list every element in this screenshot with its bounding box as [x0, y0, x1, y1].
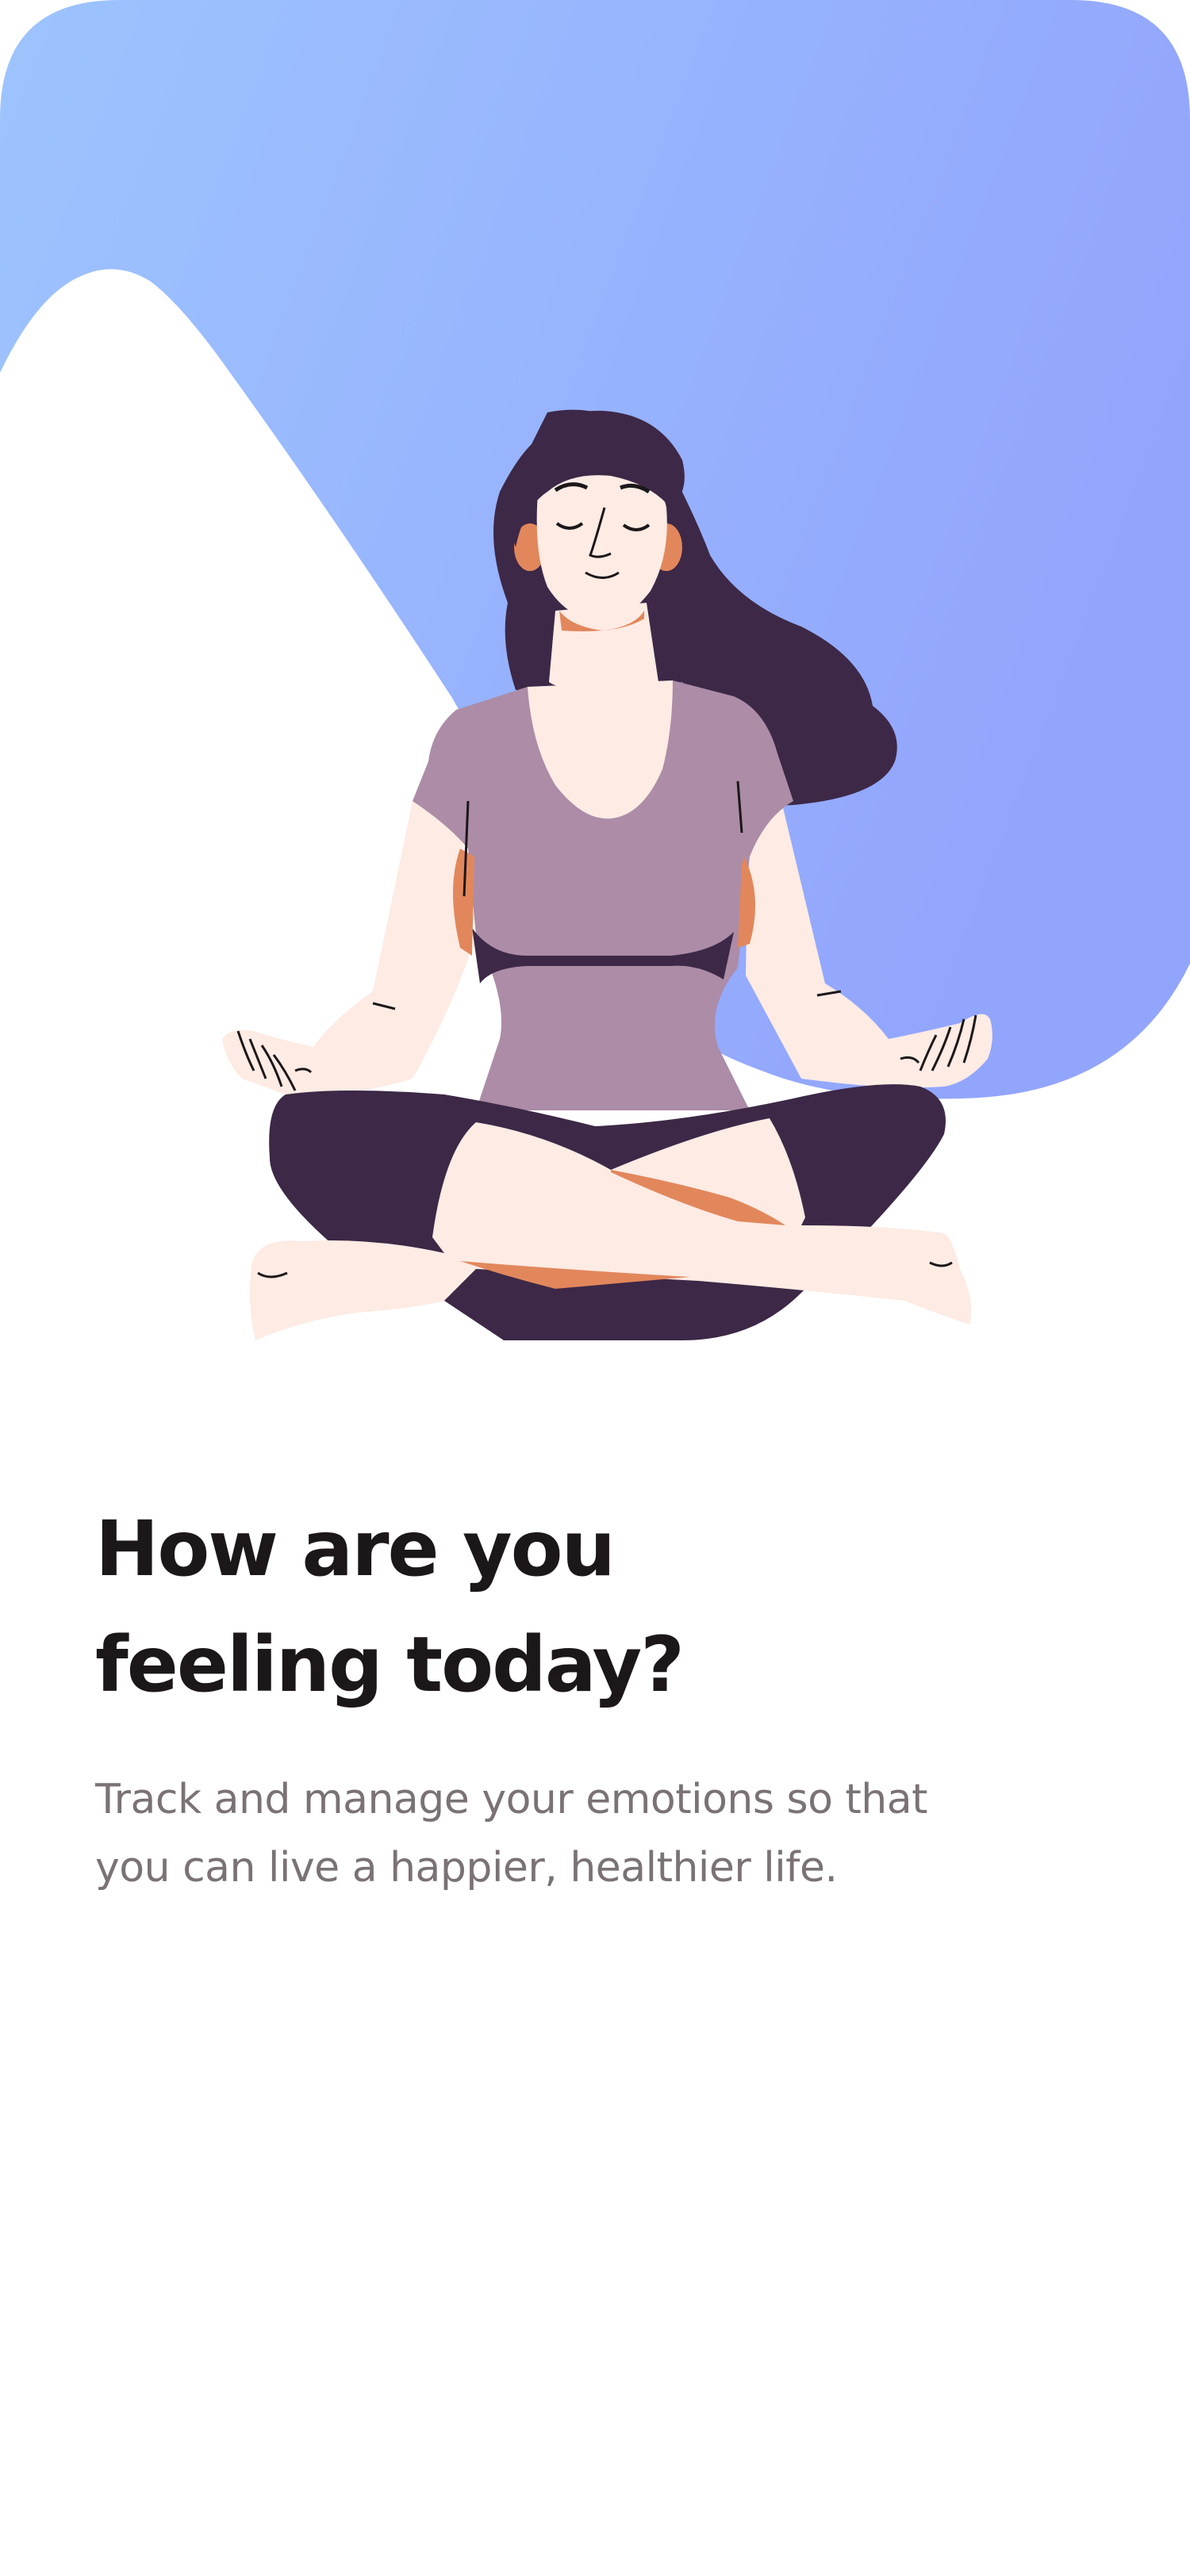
subtitle-line-2: you can live a happier, healthier life.	[95, 1844, 838, 1892]
subtitle: Track and manage your emotions so that y…	[95, 1765, 1095, 1902]
hero-illustration	[0, 0, 1190, 1364]
title-line-2: feeling today?	[95, 1620, 685, 1709]
meditation-illustration	[0, 0, 1190, 1340]
title-line-1: How are you	[95, 1505, 616, 1593]
subtitle-line-1: Track and manage your emotions so that	[95, 1776, 928, 1823]
page-title: How are you feeling today?	[95, 1491, 1095, 1723]
onboarding-content: How are you feeling today? Track and man…	[95, 1491, 1095, 1902]
